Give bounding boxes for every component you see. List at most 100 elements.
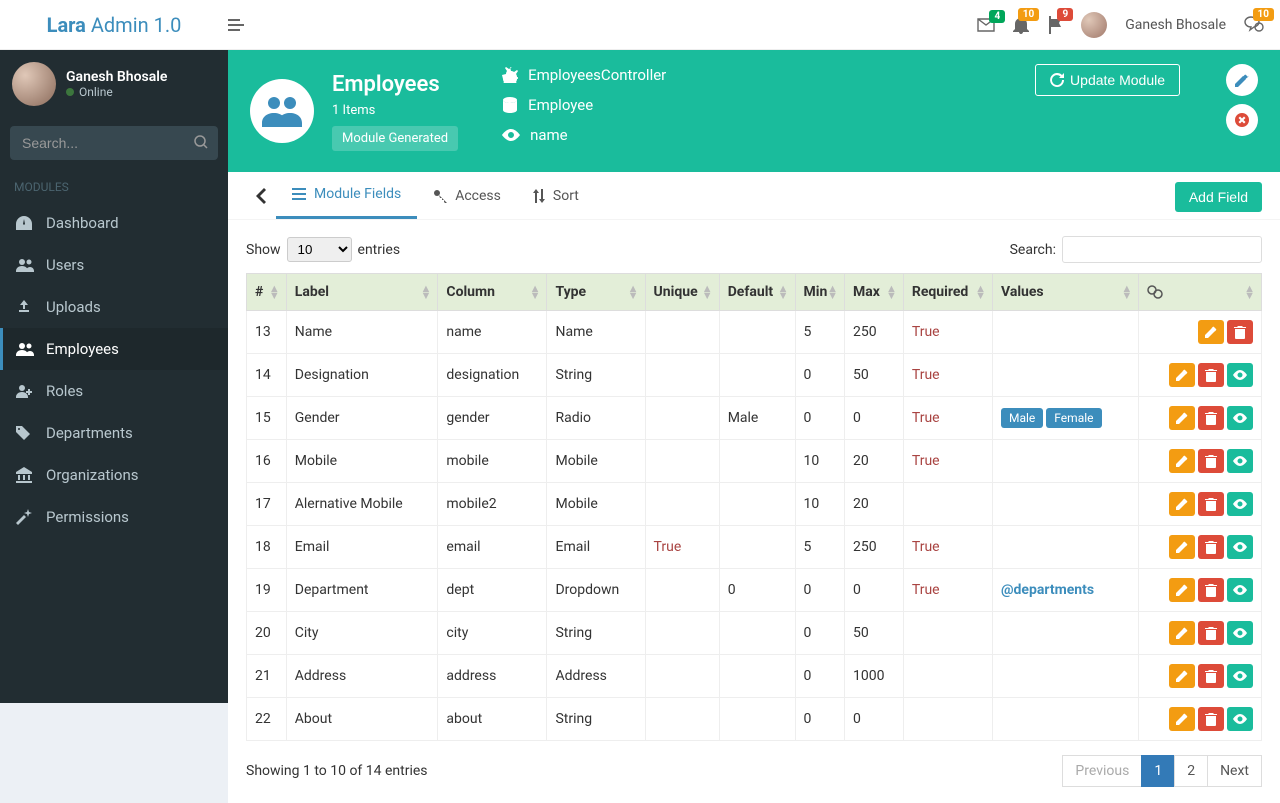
edit-button[interactable] (1169, 578, 1195, 602)
bell-icon[interactable]: 10 (1013, 16, 1029, 34)
col-values[interactable]: Values▲▼ (993, 274, 1139, 311)
view-button[interactable] (1227, 578, 1253, 602)
search-input[interactable] (10, 126, 218, 160)
col-column[interactable]: Column▲▼ (438, 274, 547, 311)
view-button[interactable] (1227, 406, 1253, 430)
view-button[interactable] (1227, 363, 1253, 387)
sidebar-item-organizations[interactable]: Organizations (0, 454, 228, 496)
user-plus-icon (16, 384, 34, 398)
delete-button[interactable] (1198, 621, 1224, 645)
page-title: Employees (332, 72, 458, 97)
value-link[interactable]: @departments (1001, 582, 1094, 598)
sidebar-toggle-icon[interactable] (228, 18, 268, 32)
edit-module-button[interactable] (1226, 64, 1258, 96)
edit-button[interactable] (1169, 664, 1195, 688)
edit-button[interactable] (1169, 535, 1195, 559)
sidebar-item-label: Uploads (46, 298, 101, 316)
col-max[interactable]: Max▲▼ (845, 274, 904, 311)
table-row: 22AboutaboutString00 (247, 698, 1262, 741)
sidebar-item-label: Permissions (46, 508, 129, 526)
view-button[interactable] (1227, 707, 1253, 731)
back-button[interactable] (246, 174, 276, 218)
col-type[interactable]: Type▲▼ (547, 274, 645, 311)
page-1[interactable]: 1 (1141, 755, 1175, 787)
page-next[interactable]: Next (1207, 755, 1262, 787)
search-label: Search: (1010, 242, 1056, 258)
edit-button[interactable] (1169, 449, 1195, 473)
edit-button[interactable] (1198, 320, 1224, 344)
tab-sort[interactable]: Sort (517, 174, 595, 218)
value-tag: Female (1046, 408, 1101, 428)
entries-select[interactable]: 10 (287, 237, 352, 262)
view-button[interactable] (1227, 449, 1253, 473)
view-button[interactable] (1227, 621, 1253, 645)
sidebar-item-departments[interactable]: Departments (0, 412, 228, 454)
delete-module-button[interactable] (1226, 104, 1258, 136)
chat-icon[interactable]: 10 (1244, 16, 1264, 34)
table-search-input[interactable] (1062, 236, 1262, 263)
delete-button[interactable] (1198, 363, 1224, 387)
delete-button[interactable] (1198, 578, 1224, 602)
table-row: 15GendergenderRadioMale00TrueMaleFemale (247, 397, 1262, 440)
page-2[interactable]: 2 (1174, 755, 1208, 787)
tab-module-fields[interactable]: Module Fields (276, 172, 417, 219)
magic-icon (16, 509, 34, 525)
sidebar-item-label: Departments (46, 424, 133, 442)
brand-logo[interactable]: Lara Admin 1.0 (0, 13, 228, 37)
col-required[interactable]: Required▲▼ (903, 274, 992, 311)
sidebar-item-users[interactable]: Users (0, 244, 228, 286)
sidebar-item-permissions[interactable]: Permissions (0, 496, 228, 538)
controller-row: EmployeesController (502, 66, 666, 84)
delete-button[interactable] (1198, 449, 1224, 473)
flag-badge: 9 (1057, 8, 1073, 21)
sidebar-item-roles[interactable]: Roles (0, 370, 228, 412)
view-button[interactable] (1227, 492, 1253, 516)
delete-button[interactable] (1198, 664, 1224, 688)
username-top[interactable]: Ganesh Bhosale (1125, 17, 1226, 33)
edit-button[interactable] (1169, 363, 1195, 387)
page-prev[interactable]: Previous (1062, 755, 1142, 787)
dashboard-icon (16, 216, 34, 230)
delete-button[interactable] (1227, 320, 1253, 344)
col-#[interactable]: #▲▼ (247, 274, 287, 311)
col-actions[interactable]: ▲▼ (1139, 274, 1262, 311)
edit-button[interactable] (1169, 621, 1195, 645)
sidebar-item-employees[interactable]: Employees (0, 328, 228, 370)
add-field-button[interactable]: Add Field (1175, 182, 1262, 212)
view-button[interactable] (1227, 535, 1253, 559)
search-icon[interactable] (194, 135, 208, 149)
edit-button[interactable] (1169, 492, 1195, 516)
sidebar-item-uploads[interactable]: Uploads (0, 286, 228, 328)
show-label: Show (246, 242, 281, 258)
table-row: 21AddressaddressAddress01000 (247, 655, 1262, 698)
sidebar-item-dashboard[interactable]: Dashboard (0, 202, 228, 244)
delete-button[interactable] (1198, 707, 1224, 731)
delete-button[interactable] (1198, 535, 1224, 559)
delete-button[interactable] (1198, 492, 1224, 516)
delete-button[interactable] (1198, 406, 1224, 430)
flag-icon[interactable]: 9 (1047, 16, 1063, 34)
module-status-badge: Module Generated (332, 126, 458, 151)
model-row: Employee (502, 96, 666, 114)
mail-icon[interactable]: 4 (977, 18, 995, 32)
col-unique[interactable]: Unique▲▼ (645, 274, 719, 311)
edit-button[interactable] (1169, 707, 1195, 731)
tab-access[interactable]: Access (417, 174, 517, 218)
view-button[interactable] (1227, 664, 1253, 688)
col-min[interactable]: Min▲▼ (795, 274, 845, 311)
table-row: 14DesignationdesignationString050True (247, 354, 1262, 397)
avatar (12, 62, 56, 106)
tags-icon (16, 426, 34, 440)
users-icon (16, 342, 34, 356)
user-status: Online (66, 85, 167, 99)
sidebar-item-label: Employees (46, 340, 119, 358)
edit-button[interactable] (1169, 406, 1195, 430)
col-default[interactable]: Default▲▼ (719, 274, 795, 311)
avatar[interactable] (1081, 12, 1107, 38)
update-module-button[interactable]: Update Module (1035, 64, 1180, 96)
sidebar-header: MODULES (0, 168, 228, 202)
col-label[interactable]: Label▲▼ (286, 274, 438, 311)
value-tag: Male (1001, 408, 1043, 428)
users-icon (16, 258, 34, 272)
table-row: 17Alernative Mobilemobile2Mobile1020 (247, 483, 1262, 526)
